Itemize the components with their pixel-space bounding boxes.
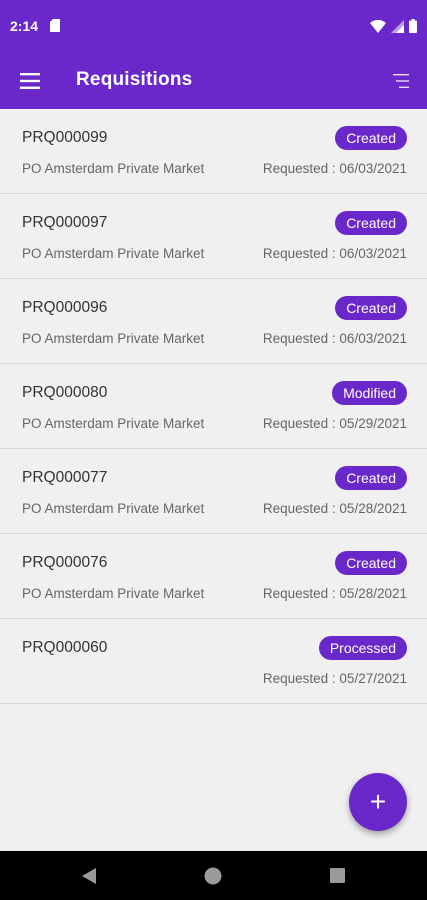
requisition-id: PRQ000060 [22,639,108,656]
recents-icon[interactable] [330,868,345,883]
list-item[interactable]: PRQ000080 Modified PO Amsterdam Private … [0,364,427,449]
filter-icon[interactable] [393,72,411,90]
list-item[interactable]: PRQ000096 Created PO Amsterdam Private M… [0,279,427,364]
back-icon[interactable] [81,867,97,885]
status-badge: Created [335,126,407,150]
navigation-bar [0,851,427,900]
list-item[interactable]: PRQ000097 Created PO Amsterdam Private M… [0,194,427,279]
status-badge: Created [335,551,407,575]
requested-date: Requested : 05/27/2021 [262,671,407,686]
list-item[interactable]: PRQ000077 Created PO Amsterdam Private M… [0,449,427,534]
status-bar: 2:14 [0,0,427,52]
status-icons [370,19,417,33]
requested-date: Requested : 05/29/2021 [262,416,407,431]
status-badge: Created [335,211,407,235]
add-icon: + [369,786,387,817]
requisition-id: PRQ000096 [22,299,108,316]
requisition-location: PO Amsterdam Private Market [22,161,205,176]
requested-date: Requested : 06/03/2021 [262,161,407,176]
app-bar: Requisitions [0,52,427,109]
requisition-id: PRQ000076 [22,554,108,571]
requisition-location: PO Amsterdam Private Market [22,331,205,346]
sd-card-icon [50,19,60,32]
signal-icon [391,19,404,33]
requisition-id: PRQ000097 [22,214,108,231]
requested-date: Requested : 06/03/2021 [262,246,407,261]
requisition-id: PRQ000080 [22,384,108,401]
list-item[interactable]: PRQ000060 Processed Requested : 05/27/20… [0,619,427,704]
home-icon[interactable] [204,867,222,885]
requisition-id: PRQ000099 [22,129,108,146]
requisition-location: PO Amsterdam Private Market [22,246,205,261]
page-title: Requisitions [76,69,193,90]
status-badge: Processed [318,636,407,660]
requested-date: Requested : 05/28/2021 [262,501,407,516]
requisition-location: PO Amsterdam Private Market [22,586,205,601]
add-requisition-button[interactable]: + [349,773,407,831]
status-badge: Created [335,466,407,490]
battery-icon [409,19,417,33]
requisition-location: PO Amsterdam Private Market [22,501,205,516]
status-time: 2:14 [10,18,39,34]
list-item[interactable]: PRQ000076 Created PO Amsterdam Private M… [0,534,427,619]
status-badge: Created [335,296,407,320]
menu-icon[interactable] [18,70,42,92]
status-badge: Modified [332,381,407,405]
requisition-list: PRQ000099 Created PO Amsterdam Private M… [0,109,427,704]
wifi-icon [370,19,386,33]
requisition-id: PRQ000077 [22,469,108,486]
requested-date: Requested : 06/03/2021 [262,331,407,346]
requisition-location: PO Amsterdam Private Market [22,416,205,431]
list-item[interactable]: PRQ000099 Created PO Amsterdam Private M… [0,109,427,194]
requested-date: Requested : 05/28/2021 [262,586,407,601]
